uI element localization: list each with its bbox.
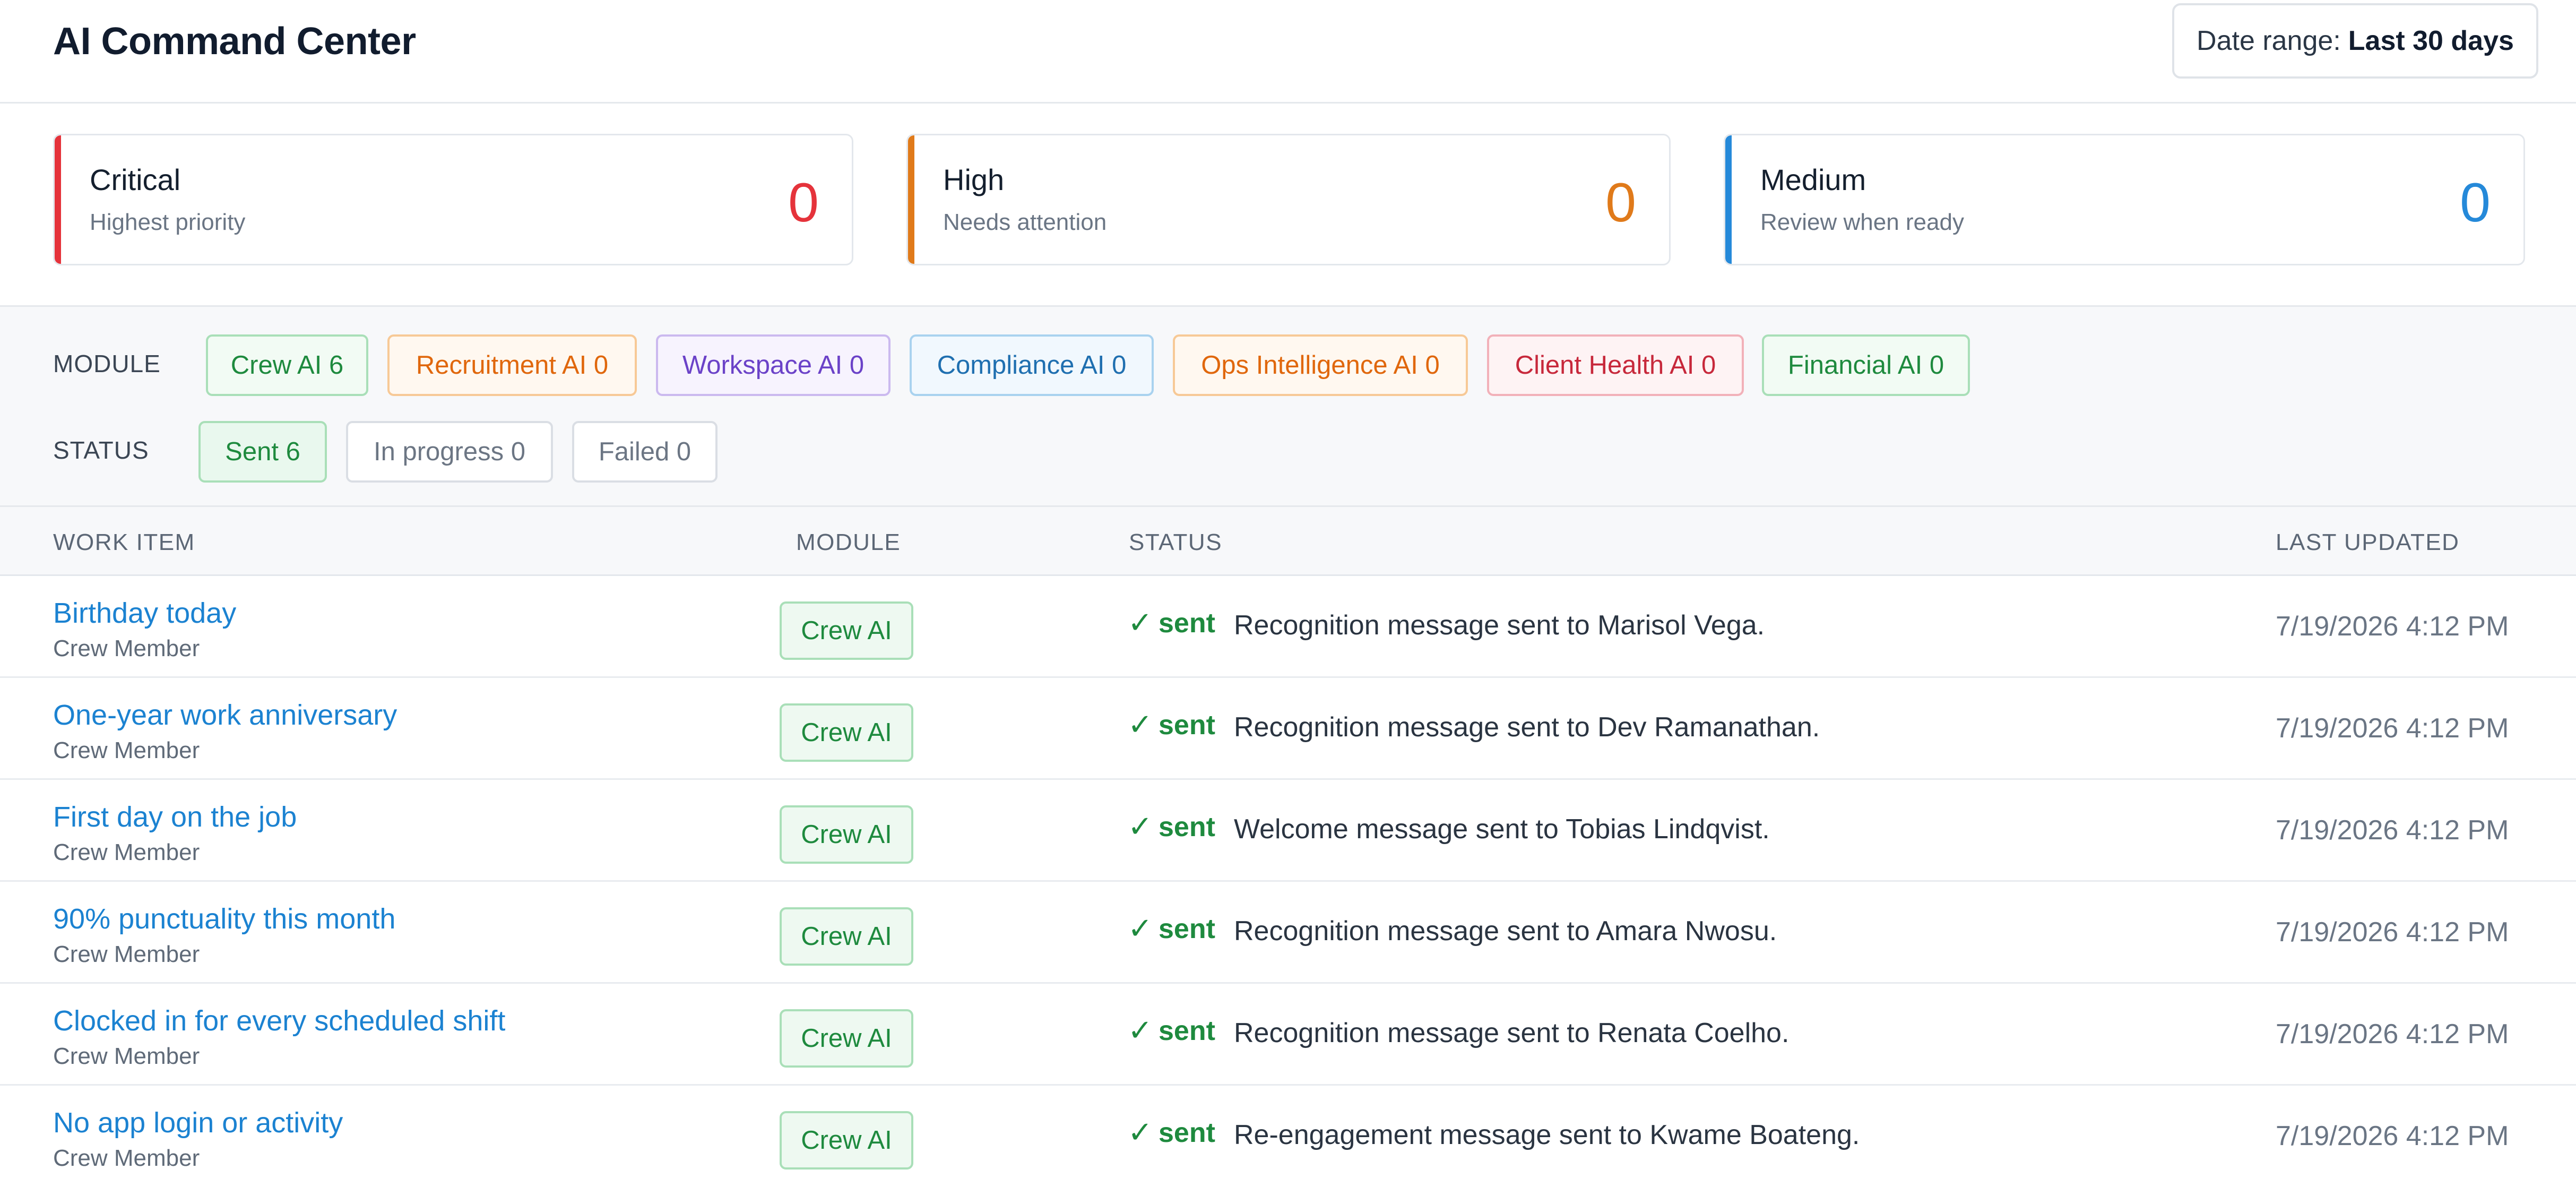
module-badge: Crew AI bbox=[780, 907, 913, 966]
high-card[interactable]: High Needs attention 0 bbox=[906, 134, 1671, 265]
status-chip-failed[interactable]: Failed 0 bbox=[572, 421, 718, 483]
check-icon: ✓ bbox=[1128, 1115, 1153, 1149]
column-header-module[interactable]: MODULE bbox=[796, 530, 901, 555]
card-count: 0 bbox=[788, 172, 819, 234]
table-row[interactable]: Birthday today Crew Member Crew AI ✓ sen… bbox=[0, 576, 2576, 678]
column-header-status[interactable]: STATUS bbox=[1129, 530, 1222, 555]
work-item-link[interactable]: One-year work anniversary bbox=[53, 699, 397, 731]
status-message: Recognition message sent to Dev Ramanath… bbox=[1234, 712, 1820, 743]
module-chip-compliance-ai[interactable]: Compliance AI 0 bbox=[910, 334, 1154, 396]
work-item-link[interactable]: No app login or activity bbox=[53, 1107, 343, 1139]
last-updated: 7/19/2026 4:12 PM bbox=[2276, 713, 2509, 744]
last-updated: 7/19/2026 4:12 PM bbox=[2276, 1019, 2509, 1050]
work-item-link[interactable]: First day on the job bbox=[53, 801, 297, 833]
status-chip-in-progress[interactable]: In progress 0 bbox=[346, 421, 553, 483]
work-item-type: Crew Member bbox=[53, 1145, 200, 1171]
card-subtitle: Highest priority bbox=[90, 209, 246, 235]
status-message: Recognition message sent to Renata Coelh… bbox=[1234, 1018, 1790, 1048]
status-message: Welcome message sent to Tobias Lindqvist… bbox=[1234, 814, 1770, 845]
medium-card[interactable]: Medium Review when ready 0 bbox=[1724, 134, 2525, 265]
table-row[interactable]: No app login or activity Crew Member Cre… bbox=[0, 1086, 2576, 1178]
module-badge: Crew AI bbox=[780, 601, 913, 660]
check-icon: ✓ bbox=[1128, 708, 1153, 741]
date-range-value: Last 30 days bbox=[2348, 25, 2514, 56]
module-chip-crew-ai[interactable]: Crew AI 6 bbox=[206, 334, 368, 396]
card-title: Medium bbox=[1760, 163, 1866, 196]
module-chip-ops-intelligence-ai[interactable]: Ops Intelligence AI 0 bbox=[1173, 334, 1468, 396]
work-item-type: Crew Member bbox=[53, 635, 200, 661]
card-count: 0 bbox=[1605, 172, 1636, 234]
module-chip-financial-ai[interactable]: Financial AI 0 bbox=[1762, 334, 1970, 396]
status-message: Recognition message sent to Amara Nwosu. bbox=[1234, 916, 1777, 947]
module-badge: Crew AI bbox=[780, 805, 913, 864]
check-icon: ✓ bbox=[1128, 810, 1153, 843]
card-count: 0 bbox=[2460, 172, 2491, 234]
module-chip-workspace-ai[interactable]: Workspace AI 0 bbox=[656, 334, 891, 396]
work-item-link[interactable]: Birthday today bbox=[53, 597, 236, 629]
card-subtitle: Needs attention bbox=[943, 209, 1107, 235]
status-message: Re-engagement message sent to Kwame Boat… bbox=[1234, 1120, 1860, 1150]
page-header: AI Command Center Date range: Last 30 da… bbox=[0, 0, 2576, 104]
page-title: AI Command Center bbox=[53, 20, 416, 63]
work-item-link[interactable]: Clocked in for every scheduled shift bbox=[53, 1005, 505, 1037]
table-row[interactable]: First day on the job Crew Member Crew AI… bbox=[0, 780, 2576, 882]
last-updated: 7/19/2026 4:12 PM bbox=[2276, 917, 2509, 948]
check-icon: ✓ bbox=[1128, 1013, 1153, 1047]
module-chip-client-health-ai[interactable]: Client Health AI 0 bbox=[1487, 334, 1744, 396]
status-label: sent bbox=[1159, 608, 1215, 639]
check-icon: ✓ bbox=[1128, 606, 1153, 639]
column-header-last-updated[interactable]: LAST UPDATED bbox=[2276, 530, 2459, 555]
filter-bar: MODULE Crew AI 6 Recruitment AI 0 Worksp… bbox=[0, 305, 2576, 507]
module-badge: Crew AI bbox=[780, 1111, 913, 1170]
work-item-type: Crew Member bbox=[53, 941, 200, 967]
status-label: sent bbox=[1159, 1117, 1215, 1148]
date-range-label: Date range: bbox=[2197, 25, 2341, 56]
status-chip-sent[interactable]: Sent 6 bbox=[198, 421, 327, 483]
module-filter-label: MODULE bbox=[53, 350, 161, 377]
table-row[interactable]: One-year work anniversary Crew Member Cr… bbox=[0, 678, 2576, 780]
status-message: Recognition message sent to Marisol Vega… bbox=[1234, 610, 1765, 641]
table-row[interactable]: Clocked in for every scheduled shift Cre… bbox=[0, 984, 2576, 1086]
card-subtitle: Review when ready bbox=[1760, 209, 1964, 235]
card-title: Critical bbox=[90, 163, 181, 196]
module-badge: Crew AI bbox=[780, 1009, 913, 1068]
column-header-work-item[interactable]: WORK ITEM bbox=[53, 530, 195, 555]
last-updated: 7/19/2026 4:12 PM bbox=[2276, 611, 2509, 642]
date-range-button[interactable]: Date range: Last 30 days bbox=[2172, 3, 2538, 79]
last-updated: 7/19/2026 4:12 PM bbox=[2276, 815, 2509, 846]
status-label: sent bbox=[1159, 914, 1215, 944]
work-item-type: Crew Member bbox=[53, 737, 200, 763]
work-item-type: Crew Member bbox=[53, 839, 200, 865]
work-item-type: Crew Member bbox=[53, 1043, 200, 1069]
table-row[interactable]: 90% punctuality this month Crew Member C… bbox=[0, 882, 2576, 984]
status-label: sent bbox=[1159, 710, 1215, 741]
table-header: WORK ITEM MODULE STATUS LAST UPDATED bbox=[0, 507, 2576, 576]
last-updated: 7/19/2026 4:12 PM bbox=[2276, 1121, 2509, 1151]
critical-card[interactable]: Critical Highest priority 0 bbox=[53, 134, 853, 265]
card-title: High bbox=[943, 163, 1005, 196]
module-badge: Crew AI bbox=[780, 703, 913, 762]
check-icon: ✓ bbox=[1128, 912, 1153, 945]
priority-cards: Critical Highest priority 0 High Needs a… bbox=[0, 104, 2576, 305]
status-label: sent bbox=[1159, 1016, 1215, 1046]
status-label: sent bbox=[1159, 812, 1215, 842]
module-chip-recruitment-ai[interactable]: Recruitment AI 0 bbox=[387, 334, 637, 396]
status-filter-label: STATUS bbox=[53, 436, 149, 464]
work-item-link[interactable]: 90% punctuality this month bbox=[53, 903, 395, 935]
